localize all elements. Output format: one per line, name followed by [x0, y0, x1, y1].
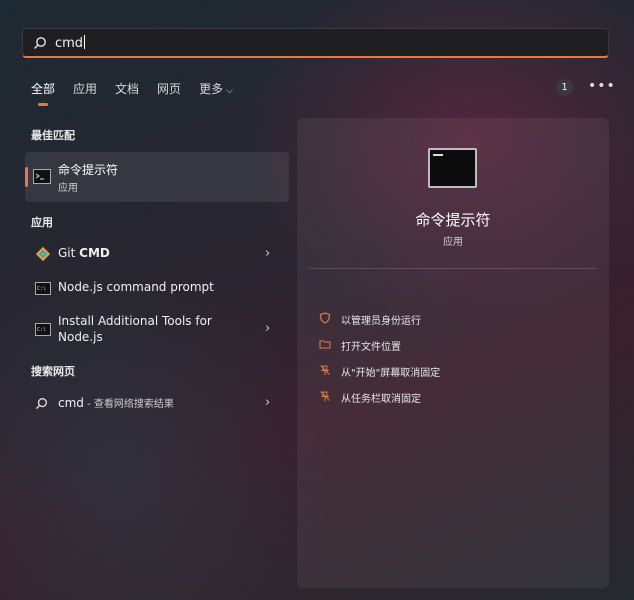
search-input[interactable]: cmd: [55, 35, 86, 51]
app-item-git-cmd[interactable]: Git CMD ›: [25, 244, 289, 266]
apps-heading: 应用: [31, 216, 53, 229]
app-item-label: Node.js command prompt: [58, 280, 214, 294]
details-subtitle: 应用: [443, 237, 463, 248]
svg-text:C:\: C:\: [37, 286, 46, 292]
unpin-icon: [320, 365, 330, 375]
unpin-icon: [320, 391, 330, 401]
selection-indicator: [25, 167, 28, 187]
app-item-label: Git CMD: [58, 246, 110, 260]
git-icon: [35, 246, 51, 262]
chevron-right-icon[interactable]: ›: [265, 395, 270, 410]
divider: [309, 268, 596, 269]
chevron-right-icon[interactable]: ›: [265, 321, 270, 336]
shield-icon: [319, 312, 331, 324]
details-title: 命令提示符: [415, 211, 491, 229]
console-icon: C:\: [35, 282, 51, 295]
app-item-nodejs-prompt[interactable]: C:\ Node.js command prompt: [25, 279, 289, 301]
app-item-install-tools[interactable]: C:\ Install Additional Tools for Node.js …: [25, 313, 289, 347]
more-options-icon[interactable]: •••: [588, 78, 616, 94]
tab-web[interactable]: 网页: [157, 80, 181, 97]
tab-more[interactable]: 更多 ⌵: [199, 80, 233, 97]
chevron-right-icon[interactable]: ›: [265, 246, 270, 261]
command-prompt-large-icon: [428, 148, 477, 188]
best-match-heading: 最佳匹配: [31, 129, 75, 142]
best-match-item[interactable]: 命令提示符 应用: [25, 152, 289, 202]
best-match-title: 命令提示符: [58, 163, 119, 177]
filter-tabs: 全部 应用 文档 网页 更多 ⌵: [31, 80, 251, 106]
web-search-heading: 搜索网页: [31, 365, 75, 378]
tab-apps[interactable]: 应用: [73, 80, 97, 97]
app-item-label: Install Additional Tools for Node.js: [58, 314, 212, 344]
svg-text:C:\: C:\: [37, 327, 46, 333]
chevron-down-icon: ⌵: [226, 86, 233, 96]
command-prompt-icon: [33, 169, 51, 184]
console-icon: C:\: [35, 323, 51, 336]
search-box[interactable]: cmd: [22, 28, 609, 58]
search-icon: [35, 398, 47, 410]
tab-all[interactable]: 全部: [31, 80, 55, 106]
search-icon: [34, 37, 46, 49]
web-search-label: cmd - 查看网络搜索结果: [58, 396, 174, 410]
web-search-item[interactable]: cmd - 查看网络搜索结果 ›: [25, 394, 289, 414]
folder-icon: [319, 340, 331, 349]
best-match-subtitle: 应用: [58, 183, 78, 194]
details-panel: 命令提示符 应用 以管理员身份运行 打开文件位置 从"开始"屏幕取消固定 从任务…: [297, 118, 609, 588]
tab-documents[interactable]: 文档: [115, 80, 139, 97]
notification-badge[interactable]: 1: [556, 79, 573, 96]
text-caret: [84, 35, 86, 49]
